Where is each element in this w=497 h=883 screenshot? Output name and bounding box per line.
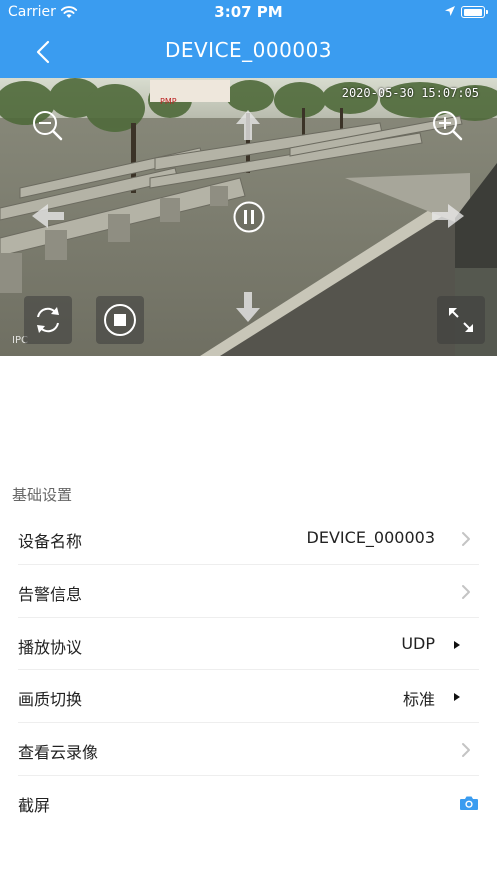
settings-row-quality-switch[interactable]: 画质切换 标准 [0, 670, 497, 723]
row-value: DEVICE_000003 [306, 528, 435, 547]
refresh-icon [37, 307, 59, 333]
zoom-in-icon[interactable] [430, 108, 464, 142]
section-title: 基础设置 [12, 486, 73, 504]
ptz-up-arrow-icon[interactable] [234, 108, 262, 142]
settings-row-play-protocol[interactable]: 播放协议 UDP [0, 618, 497, 671]
row-label: 播放协议 [18, 637, 83, 657]
stop-button[interactable] [96, 296, 144, 344]
settings-row-alarm-info[interactable]: 告警信息 [0, 565, 497, 618]
chevron-right-icon [462, 743, 470, 758]
chevron-right-icon [462, 532, 470, 546]
row-label: 截屏 [18, 795, 51, 815]
row-label: 设备名称 [18, 532, 83, 551]
ptz-left-arrow-icon[interactable] [30, 202, 66, 230]
video-player[interactable]: PMP 2020-05-30 15:07:05 IPC [0, 78, 497, 356]
location-arrow-icon [445, 6, 455, 16]
row-value: UDP [401, 633, 435, 653]
status-bar: Carrier 3:07 PM [0, 0, 497, 26]
settings-row-device-name[interactable]: 设备名称 DEVICE_000003 [0, 512, 497, 565]
row-label: 查看云录像 [18, 743, 99, 763]
row-value: 标准 [402, 690, 435, 710]
video-timestamp: 2020-05-30 15:07:05 [341, 86, 479, 100]
navigation-bar: DEVICE_000003 [0, 26, 497, 78]
zoom-out-icon[interactable] [30, 108, 64, 142]
fullscreen-button[interactable] [437, 296, 485, 344]
camera-icon[interactable] [459, 795, 479, 811]
settings-row-cloud-recording[interactable]: 查看云录像 [0, 723, 497, 776]
triangle-right-icon [454, 693, 460, 702]
row-label: 画质切换 [18, 690, 83, 710]
svg-text:PMP: PMP [160, 97, 177, 106]
chevron-right-icon [462, 584, 470, 599]
settings-row-screenshot[interactable]: 截屏 [0, 776, 497, 829]
settings-list: 设备名称 DEVICE_000003 告警信息 播放协议 UDP 画质切换 标准… [0, 512, 497, 829]
rotate-button[interactable] [24, 296, 72, 344]
status-time: 3:07 PM [214, 3, 283, 21]
page-title: DEVICE_000003 [164, 38, 333, 62]
battery-icon [461, 6, 488, 18]
fullscreen-icon [449, 308, 473, 332]
triangle-right-icon [454, 640, 460, 649]
pause-icon[interactable] [232, 200, 266, 234]
row-label: 告警信息 [18, 584, 83, 604]
stop-icon [104, 304, 136, 336]
ptz-down-arrow-icon[interactable] [234, 290, 262, 324]
ptz-right-arrow-icon[interactable] [430, 202, 466, 230]
